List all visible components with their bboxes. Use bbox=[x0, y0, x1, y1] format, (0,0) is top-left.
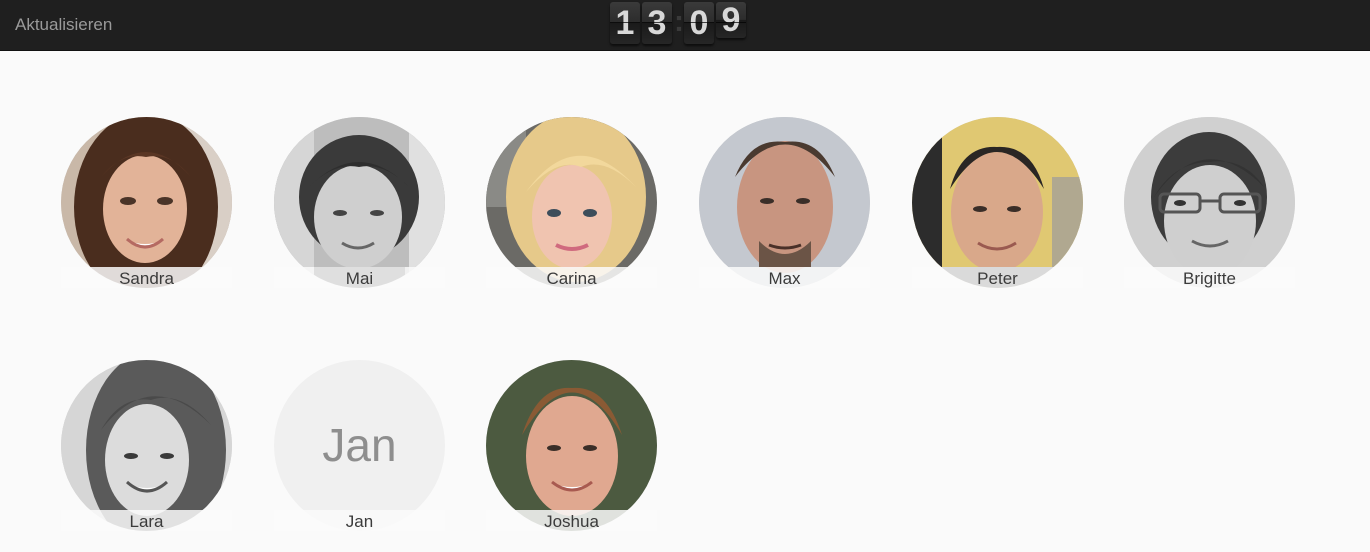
refresh-button[interactable]: Aktualisieren bbox=[15, 14, 112, 36]
person-name: Carina bbox=[546, 269, 597, 288]
person-name: Sandra bbox=[119, 269, 174, 288]
person-name: Peter bbox=[977, 269, 1018, 288]
flip-clock: 1 3 : 0 9 bbox=[610, 2, 748, 48]
person-name: Max bbox=[768, 269, 801, 288]
avatar bbox=[699, 117, 870, 288]
person-tile-lara[interactable]: Lara bbox=[61, 360, 232, 531]
person-name: Mai bbox=[345, 269, 374, 288]
people-grid: Sandra Mai Carina Max Peter Brigitte Lar… bbox=[0, 50, 1370, 552]
avatar bbox=[912, 117, 1083, 288]
avatar-initials: Jan bbox=[322, 419, 397, 471]
avatar bbox=[1124, 117, 1295, 288]
person-name: Joshua bbox=[544, 512, 599, 531]
top-bar: Aktualisieren 1 3 : 0 9 bbox=[0, 0, 1370, 51]
person-tile-joshua[interactable]: Joshua bbox=[486, 360, 657, 531]
person-tile-sandra[interactable]: Sandra bbox=[61, 117, 232, 288]
clock-separator: : bbox=[674, 5, 684, 38]
avatar bbox=[486, 117, 657, 288]
avatar bbox=[486, 360, 657, 531]
person-name: Jan bbox=[345, 512, 374, 531]
clock-minute-tens: 0 bbox=[684, 2, 714, 44]
person-tile-carina[interactable]: Carina bbox=[486, 117, 657, 288]
avatar bbox=[61, 360, 232, 531]
person-name: Lara bbox=[129, 512, 164, 531]
person-tile-max[interactable]: Max bbox=[699, 117, 870, 288]
avatar bbox=[274, 117, 445, 288]
person-tile-peter[interactable]: Peter bbox=[912, 117, 1083, 288]
avatar bbox=[61, 117, 232, 288]
clock-hour-ones: 3 bbox=[642, 2, 672, 44]
clock-hour-tens: 1 bbox=[610, 2, 640, 44]
clock-minute-ones: 9 bbox=[716, 2, 746, 38]
person-name: Brigitte bbox=[1183, 269, 1236, 288]
person-tile-mai[interactable]: Mai bbox=[274, 117, 445, 288]
person-tile-jan[interactable]: Jan Jan bbox=[274, 360, 445, 531]
person-tile-brigitte[interactable]: Brigitte bbox=[1124, 117, 1295, 288]
